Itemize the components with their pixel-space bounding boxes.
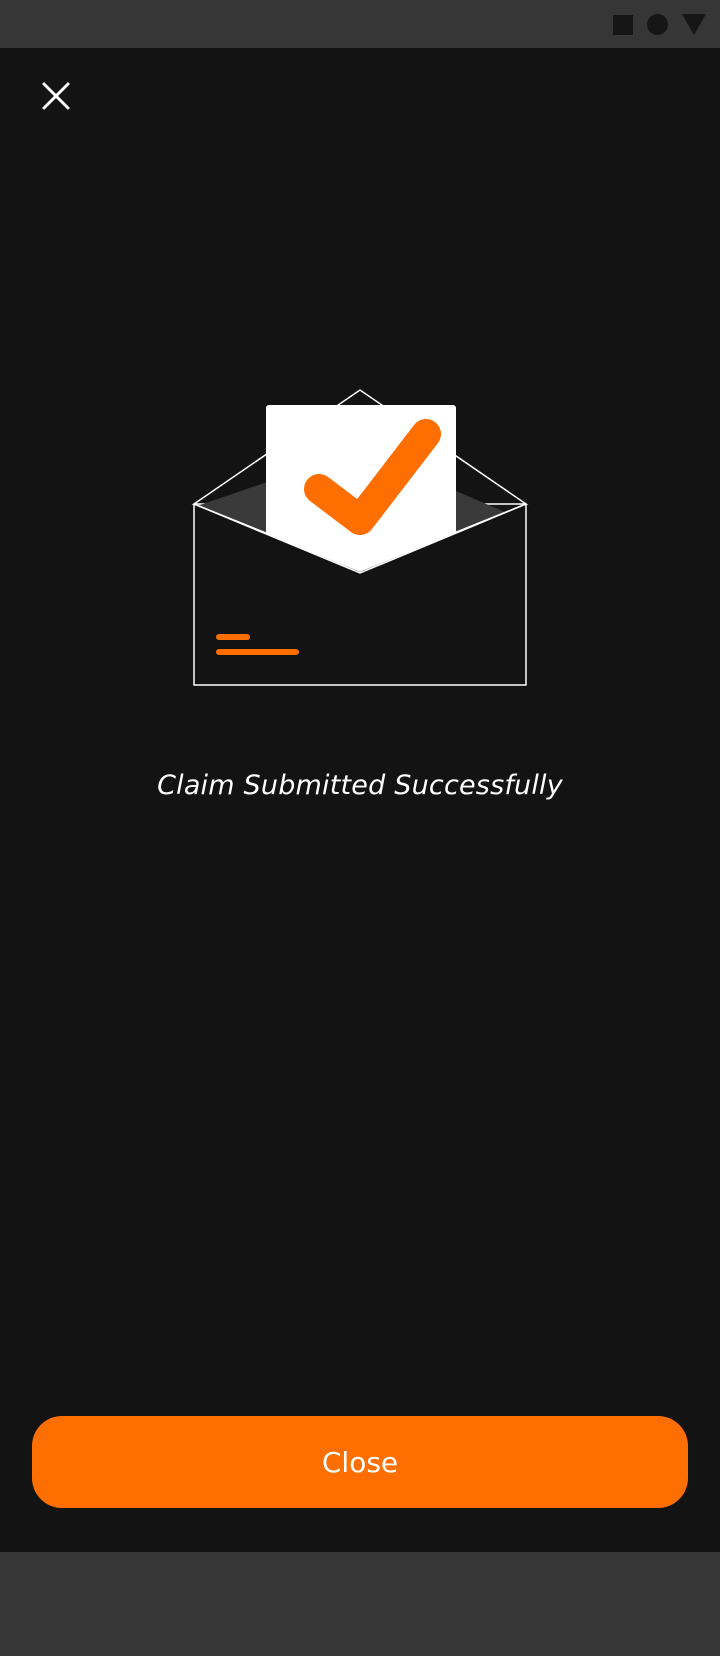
envelope-checkmark-illustration (190, 385, 530, 690)
triangle-icon (682, 14, 706, 35)
close-icon[interactable] (36, 76, 76, 116)
square-icon (613, 14, 633, 35)
circle-icon (647, 14, 668, 35)
navigation-bar (0, 1552, 720, 1656)
success-message: Claim Submitted Successfully (157, 770, 563, 801)
status-icons (613, 14, 706, 35)
status-bar (0, 0, 720, 48)
close-button[interactable]: Close (32, 1416, 688, 1508)
